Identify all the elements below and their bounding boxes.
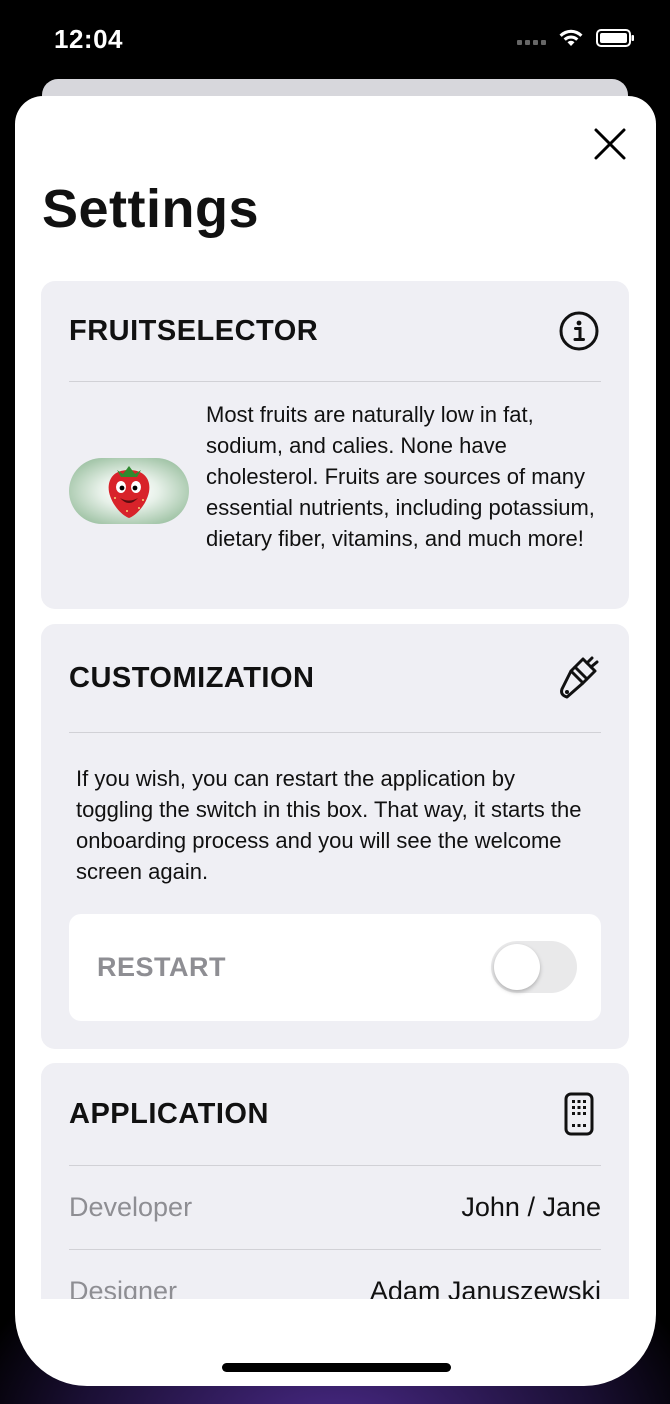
application-title: APPLICATION — [69, 1097, 269, 1130]
settings-sheet: Settings FRUITSELECTOR Most fruits are n… — [15, 96, 656, 1386]
settings-scroll-view[interactable]: Settings FRUITSELECTOR Most fruits are n… — [15, 156, 656, 1299]
restart-toggle[interactable] — [491, 941, 577, 993]
restart-label: RESTART — [97, 952, 226, 982]
battery-icon — [596, 29, 634, 47]
paintbrush-icon — [557, 656, 601, 700]
wifi-icon — [559, 29, 583, 46]
info-circle-icon — [557, 309, 601, 353]
restart-toggle-knob — [494, 944, 540, 990]
fruitselector-header: FRUITSELECTOR — [69, 281, 601, 382]
fruitselector-group: FRUITSELECTOR Most fruits are naturally … — [41, 281, 629, 609]
customization-group: CUSTOMIZATION If you wish, you can resta… — [41, 624, 629, 1049]
fruitselector-title: FRUITSELECTOR — [69, 314, 319, 347]
customization-title: CUSTOMIZATION — [69, 661, 315, 694]
cellular-signal-icon — [517, 39, 546, 45]
strawberry-logo — [69, 458, 189, 524]
developer-value: John / Jane — [461, 1191, 601, 1222]
designer-label: Designer — [69, 1275, 178, 1300]
home-indicator[interactable] — [222, 1363, 451, 1372]
apps-iphone-icon — [557, 1092, 601, 1136]
developer-label: Developer — [69, 1191, 193, 1222]
fruitselector-description: Most fruits are naturally low in fat, so… — [206, 402, 595, 551]
application-group: APPLICATION Developer John / Jane Design… — [41, 1063, 629, 1299]
application-header: APPLICATION — [69, 1063, 601, 1166]
designer-value: Adam Januszewski — [369, 1275, 601, 1300]
developer-row: Developer John / Jane — [69, 1165, 601, 1250]
designer-row: Designer Adam Januszewski — [69, 1249, 601, 1300]
status-time: 12:04 — [54, 24, 123, 54]
restart-toggle-row: RESTART — [69, 914, 601, 1021]
customization-description: If you wish, you can restart the applica… — [76, 766, 582, 884]
status-icons — [517, 28, 636, 48]
customization-header: CUSTOMIZATION — [69, 624, 601, 733]
page-title: Settings — [42, 179, 260, 239]
status-bar: 12:04 — [0, 0, 670, 80]
